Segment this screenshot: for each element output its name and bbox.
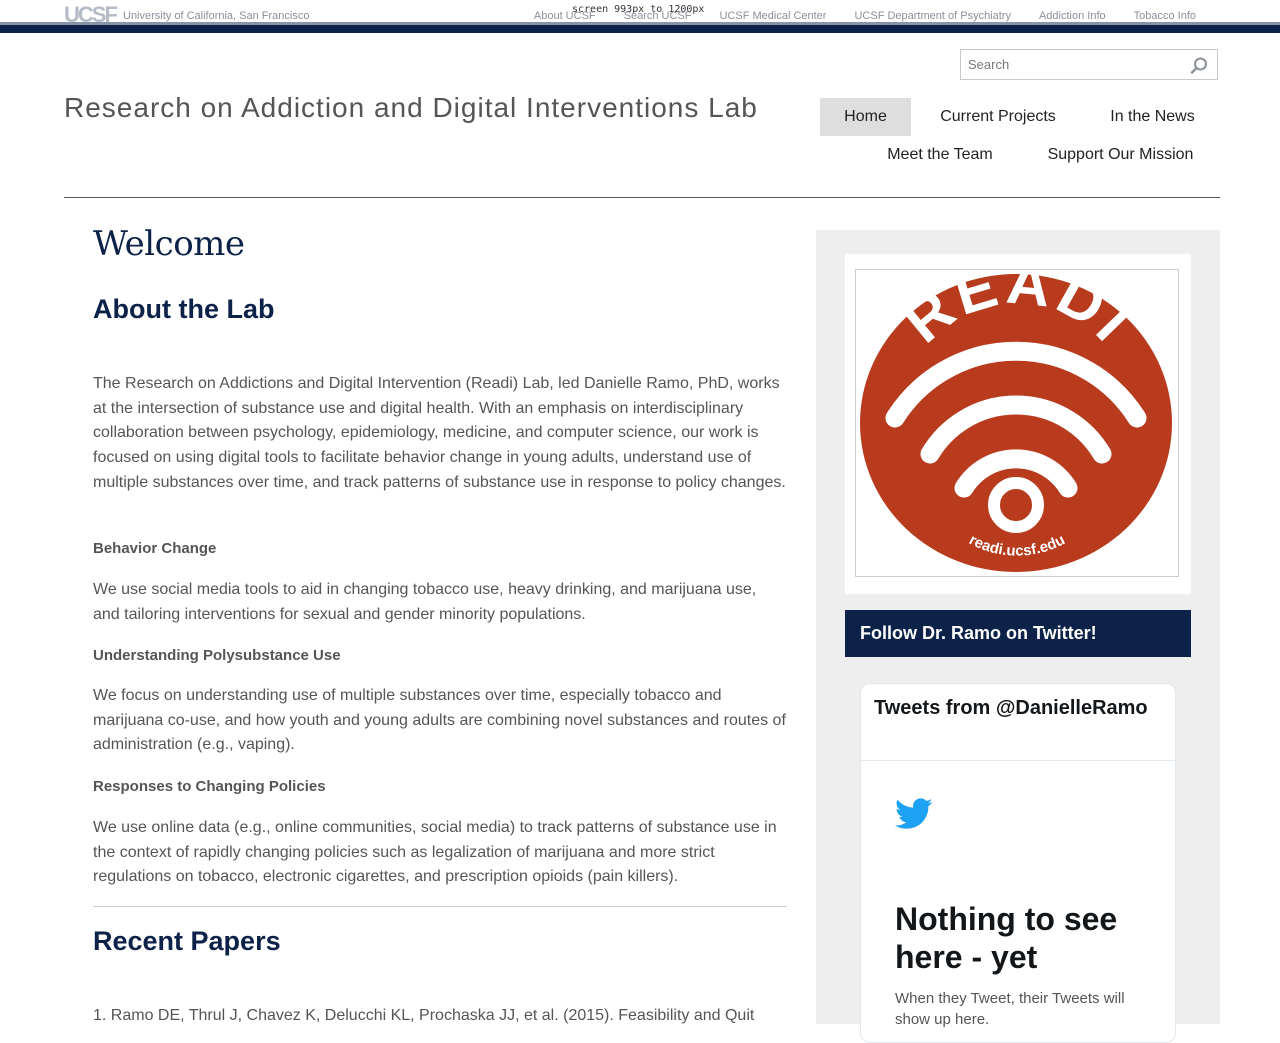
section-text-behavior-change: We use social media tools to aid in chan…	[93, 581, 757, 623]
sidebar: READI readi.ucsf.edu Follow Dr. Ramo on …	[816, 230, 1220, 1043]
university-name[interactable]: University of California, San Francisco	[123, 10, 309, 22]
nav-home[interactable]: Home	[820, 98, 911, 136]
about-heading: About the Lab	[93, 294, 275, 324]
site-title[interactable]: Research on Addiction and Digital Interv…	[64, 92, 758, 124]
paper-citation-1[interactable]: 1. Ramo DE, Thrul J, Chavez K, Delucchi …	[93, 1004, 787, 1029]
util-link-psychiatry[interactable]: UCSF Department of Psychiatry	[854, 10, 1011, 22]
util-link-medical-center[interactable]: UCSF Medical Center	[719, 10, 826, 22]
follow-twitter-banner[interactable]: Follow Dr. Ramo on Twitter!	[845, 610, 1191, 657]
twitter-timeline-widget: Tweets from @DanielleRamo Nothing to see…	[860, 683, 1176, 1043]
welcome-heading: Welcome	[93, 224, 245, 264]
search-icon[interactable]	[1189, 56, 1209, 76]
header-divider	[64, 197, 1220, 198]
logo-frame: READI readi.ucsf.edu	[855, 248, 1179, 577]
nav-in-the-news[interactable]: In the News	[1085, 98, 1220, 136]
section-title-behavior-change: Behavior Change	[93, 540, 217, 557]
nav-support-our-mission[interactable]: Support Our Mission	[1021, 136, 1220, 174]
utility-links: About UCSF Search UCSF UCSF Medical Cent…	[534, 10, 1196, 22]
util-link-addiction-info[interactable]: Addiction Info	[1039, 10, 1106, 22]
top-utility-bar: UCSF University of California, San Franc…	[0, 0, 1280, 33]
search-input[interactable]	[966, 56, 1180, 73]
readi-logo[interactable]: READI readi.ucsf.edu	[856, 248, 1178, 576]
util-link-about-ucsf[interactable]: About UCSF	[534, 10, 596, 22]
empty-timeline-title: Nothing to see here - yet	[895, 901, 1118, 975]
tweets-heading[interactable]: Tweets from @DanielleRamo	[861, 684, 1175, 761]
section-title-polysubstance: Understanding Polysubstance Use	[93, 647, 341, 664]
about-text: The Research on Addictions and Digital I…	[93, 375, 786, 491]
section-text-polysubstance: We focus on understanding use of multipl…	[93, 687, 786, 754]
util-link-tobacco-info[interactable]: Tobacco Info	[1134, 10, 1196, 22]
search-box	[960, 49, 1218, 80]
section-title-policies: Responses to Changing Policies	[93, 778, 326, 795]
content-divider	[93, 906, 787, 907]
logo-card: READI readi.ucsf.edu	[845, 248, 1191, 594]
top-utility-bar-band	[0, 22, 1280, 25]
section-text-policies: We use online data (e.g., online communi…	[93, 819, 777, 886]
util-link-search-ucsf[interactable]: Search UCSF	[624, 10, 692, 22]
ucsf-logo[interactable]: UCSF	[64, 3, 118, 27]
twitter-bird-icon[interactable]	[895, 798, 933, 830]
nav-meet-the-team[interactable]: Meet the Team	[863, 136, 1017, 174]
nav-current-projects[interactable]: Current Projects	[915, 98, 1081, 136]
recent-papers-heading: Recent Papers	[93, 926, 281, 956]
